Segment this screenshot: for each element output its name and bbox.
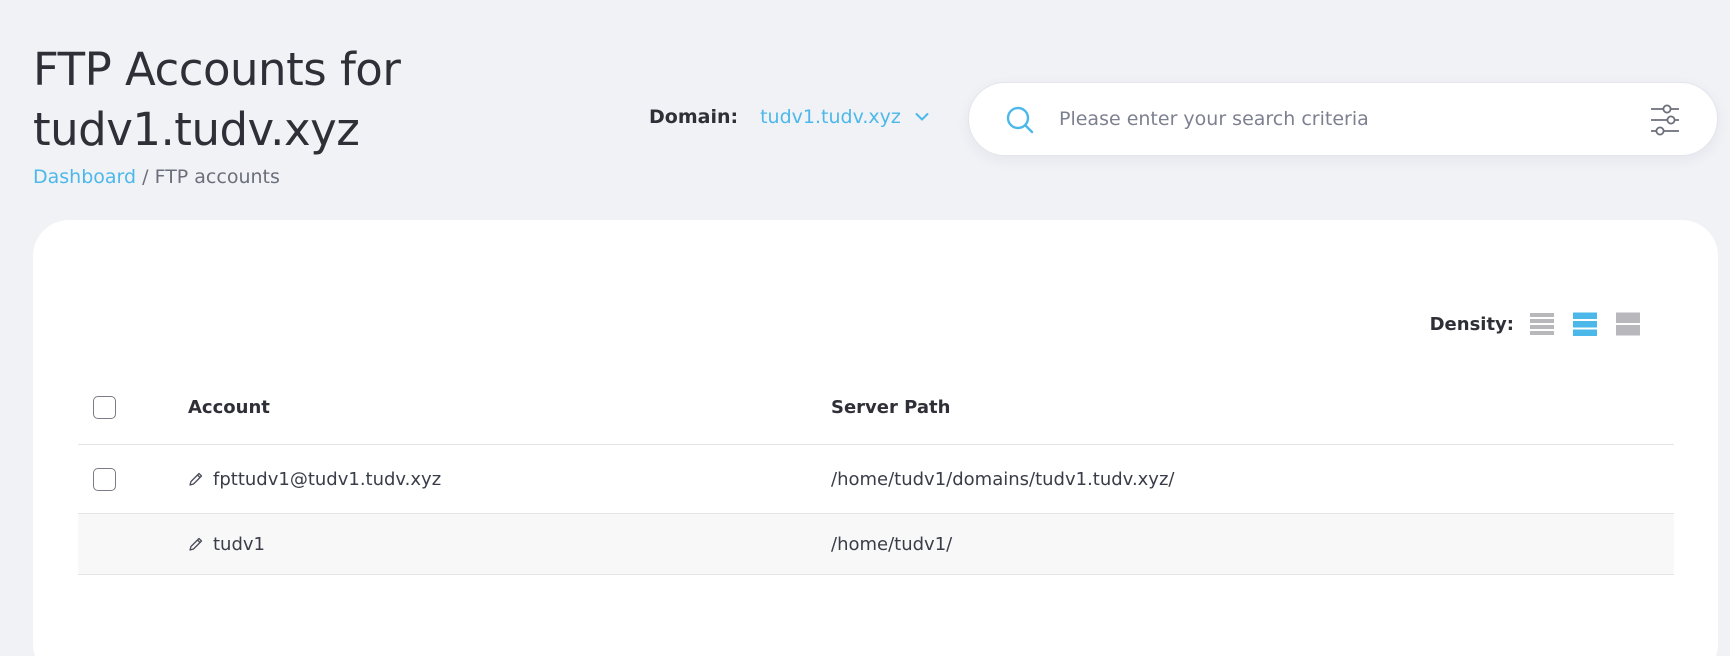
pencil-icon[interactable] [188, 536, 204, 552]
domain-dropdown-value: tudv1.tudv.xyz [760, 106, 901, 128]
row-checkbox[interactable] [93, 467, 116, 491]
ftp-accounts-table: Account Server Path fpttudv1@tudv1.tudv.… [78, 370, 1674, 575]
column-header-account[interactable]: Account [188, 397, 831, 418]
account-name[interactable]: fpttudv1@tudv1.tudv.xyz [213, 469, 441, 490]
density-compact-icon[interactable] [1530, 312, 1554, 336]
table-row: fpttudv1@tudv1.tudv.xyz /home/tudv1/doma… [78, 445, 1674, 514]
breadcrumb: Dashboard / FTP accounts [33, 166, 280, 188]
accounts-card: Density: Account Server Path fpttudv1@tu… [33, 220, 1718, 656]
search-icon[interactable] [1005, 105, 1035, 135]
search-bar [968, 82, 1718, 156]
page-title-line1: FTP Accounts for [33, 43, 401, 96]
domain-label: Domain: [649, 106, 739, 128]
server-path: /home/tudv1/ [831, 533, 953, 555]
breadcrumb-dashboard-link[interactable]: Dashboard [33, 166, 136, 188]
density-label: Density: [1429, 313, 1514, 335]
domain-selector: Domain: tudv1.tudv.xyz [649, 106, 929, 128]
search-input[interactable] [1059, 99, 1619, 139]
page-title: FTP Accounts for tudv1.tudv.xyz [33, 40, 401, 160]
density-standard-icon[interactable] [1573, 312, 1597, 336]
domain-dropdown[interactable]: tudv1.tudv.xyz [760, 106, 929, 128]
select-all-checkbox[interactable] [93, 395, 116, 419]
table-header-row: Account Server Path [78, 370, 1674, 445]
account-name[interactable]: tudv1 [213, 534, 265, 555]
breadcrumb-current: FTP accounts [154, 166, 280, 188]
sliders-icon[interactable] [1649, 103, 1681, 137]
density-control: Density: [1430, 312, 1640, 336]
ftp-accounts-page: FTP Accounts for tudv1.tudv.xyz Dashboar… [0, 0, 1730, 656]
server-path: /home/tudv1/domains/tudv1.tudv.xyz/ [831, 468, 1175, 490]
breadcrumb-separator: / [142, 166, 149, 188]
table-row: tudv1 /home/tudv1/ [78, 514, 1674, 575]
pencil-icon[interactable] [188, 471, 204, 487]
page-title-line2: tudv1.tudv.xyz [33, 103, 360, 156]
column-header-server-path[interactable]: Server Path [831, 397, 1674, 418]
chevron-down-icon [915, 113, 929, 121]
density-comfortable-icon[interactable] [1616, 312, 1640, 336]
